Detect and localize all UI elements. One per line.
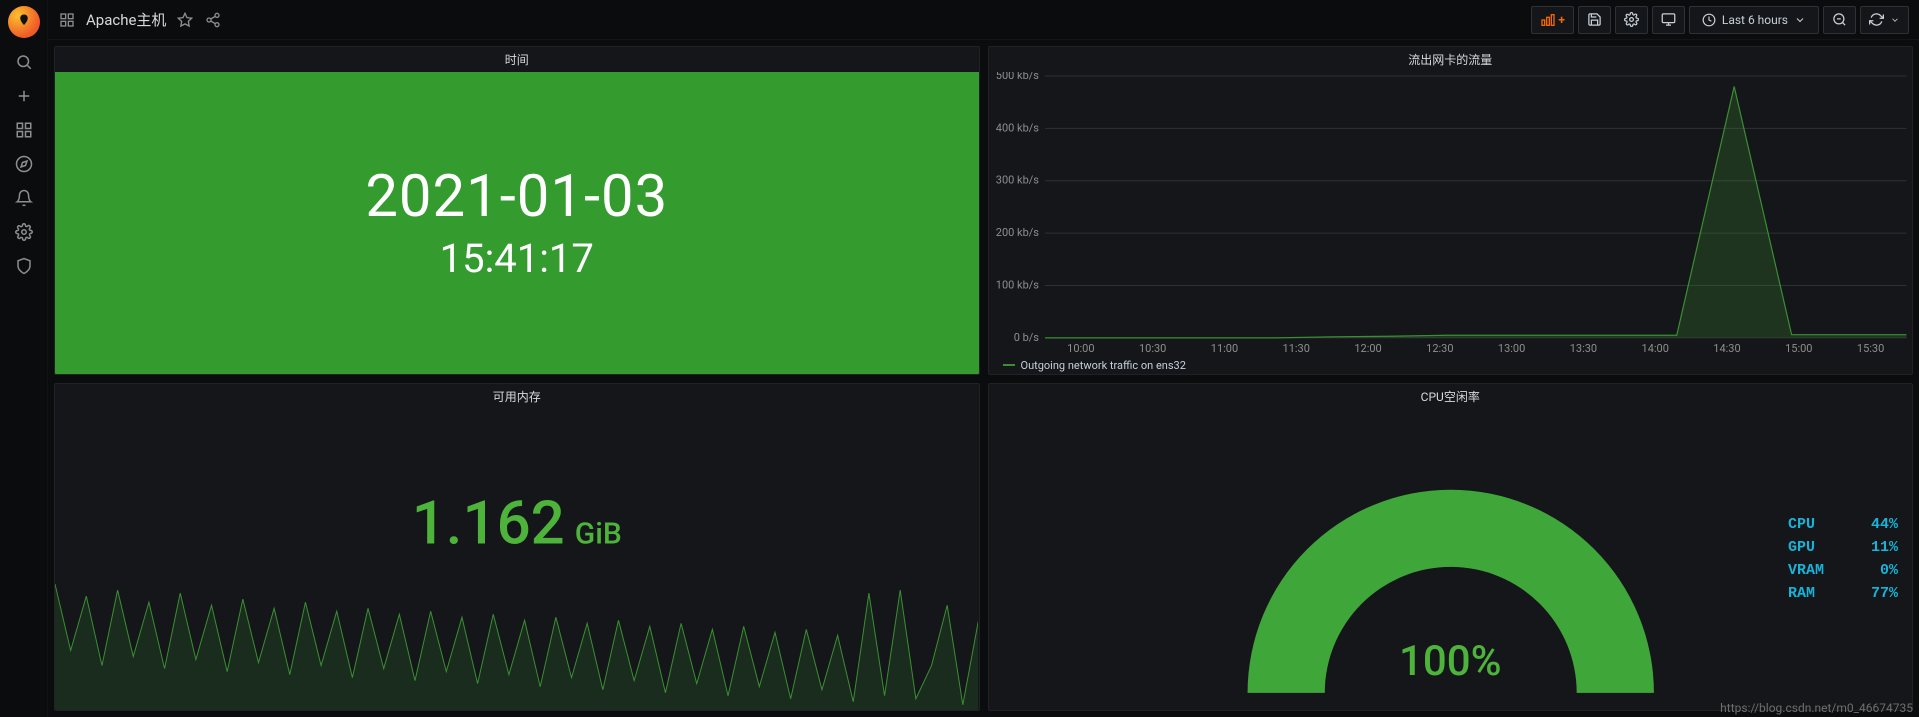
svg-text:12:30: 12:30 <box>1426 342 1453 355</box>
search-icon[interactable] <box>14 52 34 72</box>
panel-network-out[interactable]: 流出网卡的流量 0 b/s 100 kb/s 200 kb/s 300 kb/s 400… <box>988 46 1914 375</box>
dashboard-settings-button[interactable] <box>1615 6 1648 34</box>
chevron-down-icon <box>1890 15 1900 25</box>
stat-row: RAM77% <box>1788 585 1898 602</box>
cpu-gauge-value: 100% <box>1399 637 1502 686</box>
explore-icon[interactable] <box>14 154 34 174</box>
stat-row: VRAM0% <box>1788 562 1898 579</box>
star-icon[interactable] <box>176 11 194 29</box>
svg-text:0 b/s: 0 b/s <box>1013 331 1039 344</box>
dashboard-title[interactable]: Apache主机 <box>86 9 166 30</box>
memory-value: 1.162 <box>412 488 565 559</box>
legend-label: Outgoing network traffic on ens32 <box>1021 359 1186 372</box>
sidebar <box>0 0 48 717</box>
clock-date: 2021-01-03 <box>365 163 668 231</box>
network-chart: 0 b/s 100 kb/s 200 kb/s 300 kb/s 400 kb/s 500… <box>989 72 1912 374</box>
share-icon[interactable] <box>204 11 222 29</box>
time-range-picker[interactable]: Last 6 hours <box>1689 6 1819 34</box>
svg-text:11:30: 11:30 <box>1282 342 1309 355</box>
settings-icon[interactable] <box>14 222 34 242</box>
refresh-button[interactable] <box>1860 6 1909 34</box>
chevron-down-icon <box>1794 14 1806 26</box>
stat-row: GPU11% <box>1788 539 1898 556</box>
svg-text:500 kb/s: 500 kb/s <box>995 72 1039 82</box>
alert-icon[interactable] <box>14 188 34 208</box>
panel-title: 时间 <box>55 47 979 72</box>
svg-text:11:00: 11:00 <box>1210 342 1237 355</box>
time-range-label: Last 6 hours <box>1722 13 1788 27</box>
panel-memory[interactable]: 可用内存 1.162 GiB <box>54 383 980 712</box>
system-stats-overlay: CPU44% GPU11% VRAM0% RAM77% <box>1788 516 1898 602</box>
dashboard-grid: 时间 2021-01-03 15:41:17 流出网卡的流量 0 b/s 100 … <box>48 40 1919 717</box>
svg-text:13:00: 13:00 <box>1497 342 1524 355</box>
memory-sparkline <box>55 409 978 711</box>
svg-text:400 kb/s: 400 kb/s <box>995 121 1039 134</box>
save-button[interactable] <box>1578 6 1611 34</box>
svg-text:15:30: 15:30 <box>1856 342 1883 355</box>
svg-text:300 kb/s: 300 kb/s <box>995 174 1039 187</box>
topbar: Apache主机 + <box>48 0 1919 40</box>
watermark: https://blog.csdn.net/m0_46674735 <box>1720 701 1913 715</box>
svg-text:15:00: 15:00 <box>1785 342 1812 355</box>
svg-text:10:30: 10:30 <box>1138 342 1165 355</box>
clock-time: 15:41:17 <box>440 235 594 282</box>
network-legend: Outgoing network traffic on ens32 <box>1003 359 1186 372</box>
panel-time[interactable]: 时间 2021-01-03 15:41:17 <box>54 46 980 375</box>
svg-text:10:00: 10:00 <box>1067 342 1094 355</box>
plus-icon[interactable] <box>14 86 34 106</box>
shield-icon[interactable] <box>14 256 34 276</box>
panel-cpu-idle[interactable]: CPU空闲率 100% CPU44% GPU11% VRAM0% RAM77% <box>988 383 1914 712</box>
dashboards-icon[interactable] <box>14 120 34 140</box>
grafana-logo[interactable] <box>8 6 40 38</box>
svg-text:14:30: 14:30 <box>1713 342 1740 355</box>
panel-title: 流出网卡的流量 <box>989 47 1913 72</box>
add-panel-button[interactable]: + <box>1531 6 1574 34</box>
stat-row: CPU44% <box>1788 516 1898 533</box>
svg-text:12:00: 12:00 <box>1354 342 1381 355</box>
svg-text:100 kb/s: 100 kb/s <box>995 278 1039 291</box>
dashboards-mini-icon[interactable] <box>58 11 76 29</box>
svg-text:14:00: 14:00 <box>1641 342 1668 355</box>
svg-text:13:30: 13:30 <box>1569 342 1596 355</box>
panel-title: CPU空闲率 <box>989 384 1913 409</box>
memory-unit: GiB <box>575 517 622 552</box>
panel-title: 可用内存 <box>55 384 979 409</box>
zoom-out-button[interactable] <box>1823 6 1856 34</box>
svg-text:200 kb/s: 200 kb/s <box>995 226 1039 239</box>
legend-swatch <box>1003 364 1015 366</box>
view-mode-button[interactable] <box>1652 6 1685 34</box>
